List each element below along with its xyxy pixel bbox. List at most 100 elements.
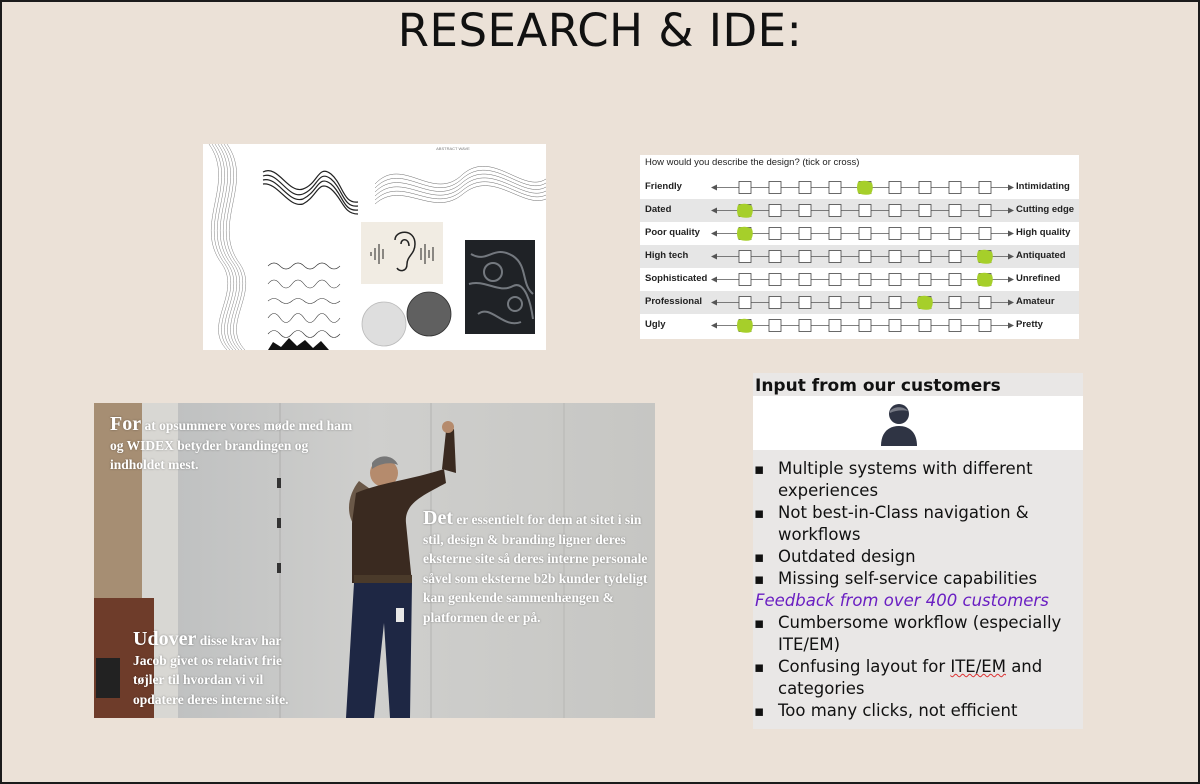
survey-scale (711, 272, 1014, 287)
survey-row: Poor quality High quality (640, 222, 1079, 245)
mesh-wave-graphic (374, 166, 546, 205)
survey-right-label: Amateur (1016, 296, 1055, 307)
survey-left-label: Sophisticated (645, 273, 708, 284)
survey-row: High tech Antiquated (640, 245, 1079, 268)
survey-checkbox (858, 296, 872, 309)
survey-right-label: Cutting edge (1016, 204, 1075, 215)
survey-selected-mark (737, 318, 753, 333)
survey-checkbox (828, 181, 842, 194)
abstract-wave-caption: ABSTRACT WAVE (436, 146, 470, 151)
survey-scale (711, 203, 1014, 218)
survey-selected-mark (737, 203, 753, 218)
survey-checkbox (738, 296, 752, 309)
survey-checkbox (798, 250, 812, 263)
survey-checkbox (978, 296, 992, 309)
survey-checkbox (828, 227, 842, 240)
list-item: Outdated design (753, 546, 1083, 568)
survey-checkbox (918, 273, 932, 286)
survey-checkbox (918, 204, 932, 217)
survey-checkbox (918, 319, 932, 332)
survey-scale (711, 318, 1014, 333)
list-item: Too many clicks, not efficient (753, 700, 1083, 722)
requirements-paragraph: Det er essentielt for dem at sitet i sin… (423, 507, 648, 625)
list-item: Not best-in-Class navigation & workflows (753, 502, 1083, 546)
survey-checkbox (798, 181, 812, 194)
survey-left-label: Poor quality (645, 227, 700, 238)
survey-left-label: Dated (645, 204, 672, 215)
survey-checkbox (798, 204, 812, 217)
survey-checkbox (828, 319, 842, 332)
survey-checkbox (888, 273, 902, 286)
survey-checkbox (948, 319, 962, 332)
survey-right-label: Intimidating (1016, 181, 1070, 192)
survey-checkbox (858, 204, 872, 217)
survey-checkbox (948, 181, 962, 194)
survey-selected-mark (977, 249, 993, 264)
list-item: Cumbersome workflow (especially ITE/EM) (753, 612, 1083, 656)
survey-row: Ugly Pretty (640, 314, 1079, 337)
survey-checkbox (888, 227, 902, 240)
survey-checkbox (888, 250, 902, 263)
list-item: Multiple systems with different experien… (753, 458, 1083, 502)
customer-input-card: Input from our customers Multiple system… (753, 373, 1083, 729)
survey-checkbox (978, 204, 992, 217)
survey-checkbox (918, 250, 932, 263)
survey-selected-mark (917, 295, 933, 310)
survey-selected-mark (857, 180, 873, 195)
survey-row: Dated Cutting edge (640, 199, 1079, 222)
survey-checkbox (858, 319, 872, 332)
survey-checkbox (858, 227, 872, 240)
survey-checkbox (888, 204, 902, 217)
survey-scale (711, 226, 1014, 241)
stacked-waveforms-graphic (267, 262, 341, 338)
survey-checkbox (858, 273, 872, 286)
survey-checkbox (768, 227, 782, 240)
ribbon-wave-graphic (262, 170, 359, 215)
survey-left-label: High tech (645, 250, 689, 261)
waveform-silhouette-graphic (268, 338, 329, 350)
survey-scale (711, 249, 1014, 264)
survey-checkbox (798, 296, 812, 309)
survey-checkbox (768, 250, 782, 263)
survey-checkbox (828, 296, 842, 309)
survey-left-label: Professional (645, 296, 703, 307)
survey-checkbox (978, 181, 992, 194)
moodboard-image: ABSTRACT WAVE (203, 144, 546, 350)
survey-checkbox (798, 319, 812, 332)
survey-checkbox (978, 227, 992, 240)
customer-input-heading: Input from our customers (755, 376, 1001, 396)
survey-checkbox (738, 181, 752, 194)
survey-right-label: Unrefined (1016, 273, 1061, 284)
survey-checkbox (918, 227, 932, 240)
survey-checkbox (888, 181, 902, 194)
survey-checkbox (768, 204, 782, 217)
survey-checkbox (888, 319, 902, 332)
survey-question: How would you describe the design? (tick… (645, 157, 860, 168)
survey-checkbox (948, 227, 962, 240)
customer-feedback-list: Multiple systems with different experien… (753, 458, 1083, 722)
survey-checkbox (768, 273, 782, 286)
survey-scale (711, 295, 1014, 310)
survey-checkbox (738, 250, 752, 263)
survey-checkbox (828, 204, 842, 217)
survey-right-label: High quality (1016, 227, 1071, 238)
summary-paragraph: For at opsummere vores møde med ham og W… (110, 413, 353, 472)
survey-checkbox (918, 181, 932, 194)
survey-right-label: Antiquated (1016, 250, 1066, 261)
organic-texture-image (465, 240, 535, 334)
survey-checkbox (768, 296, 782, 309)
survey-checkbox (768, 319, 782, 332)
survey-left-label: Friendly (645, 181, 682, 192)
design-survey-card: How would you describe the design? (tick… (640, 155, 1079, 339)
survey-checkbox (798, 273, 812, 286)
slide-title: RESEARCH & IDE: (397, 4, 803, 57)
survey-row: Friendly Intimidating (640, 176, 1079, 199)
survey-checkbox (888, 296, 902, 309)
feedback-subheading: Feedback from over 400 customers (755, 591, 1049, 610)
survey-checkbox (828, 250, 842, 263)
survey-row: Professional Amateur (640, 291, 1079, 314)
dark-grey-circle (406, 291, 452, 337)
freedom-paragraph: Udover disse krav har Jacob givet os rel… (133, 628, 289, 707)
survey-checkbox (948, 273, 962, 286)
list-item: Missing self-service capabilities (753, 568, 1083, 590)
